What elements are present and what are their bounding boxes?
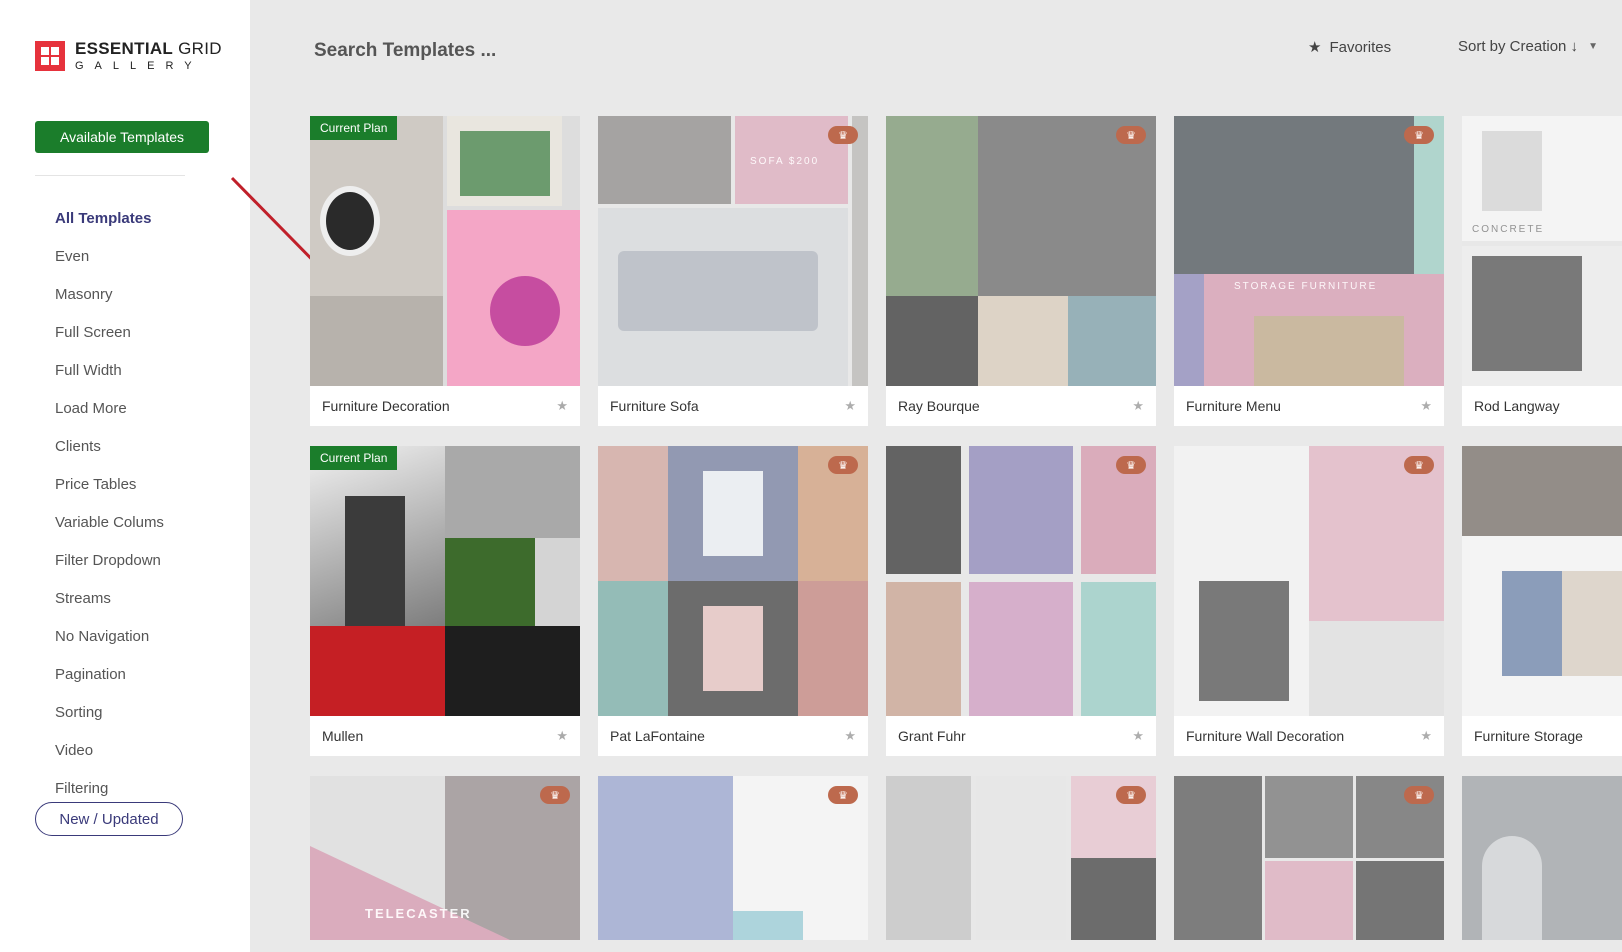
template-card-furniture-sofa[interactable]: ♛ SOFA $200 Furniture Sofa ★ [598, 116, 868, 426]
sidebar-item-pagination[interactable]: Pagination [55, 655, 164, 693]
sidebar-item-streams[interactable]: Streams [55, 579, 164, 617]
sidebar-item-load-more[interactable]: Load More [55, 389, 164, 427]
template-title: Grant Fuhr [898, 728, 966, 744]
sidebar-item-all-templates[interactable]: All Templates [55, 199, 164, 237]
template-thumbnail[interactable]: Current Plan [310, 116, 580, 386]
template-thumbnail[interactable]: ♛ TELECASTER [310, 776, 580, 940]
sidebar-item-even[interactable]: Even [55, 237, 164, 275]
sidebar-item-no-navigation[interactable]: No Navigation [55, 617, 164, 655]
crown-icon: ♛ [540, 786, 570, 804]
template-thumbnail[interactable] [1462, 776, 1622, 940]
sidebar-item-variable-colums[interactable]: Variable Colums [55, 503, 164, 541]
favorite-star-icon[interactable]: ★ [556, 398, 568, 414]
crown-icon: ♛ [1404, 456, 1434, 474]
sort-label: Sort by Creation ↓ [1458, 38, 1579, 55]
crown-icon: ♛ [828, 456, 858, 474]
favorite-star-icon[interactable]: ★ [844, 398, 856, 414]
sidebar-divider [35, 175, 185, 176]
template-thumbnail[interactable]: ♛ [886, 776, 1156, 940]
template-thumbnail[interactable]: CONCRETE [1462, 116, 1622, 386]
template-grid: Current Plan Furniture Decoration ★ ♛ SOF… [310, 116, 1622, 952]
template-card-guitar[interactable]: ♛ [598, 776, 868, 940]
crown-icon: ♛ [1404, 786, 1434, 804]
template-card-vintage[interactable]: ♛ [1174, 776, 1444, 940]
template-title: Furniture Menu [1186, 398, 1281, 414]
favorite-star-icon[interactable]: ★ [1132, 398, 1144, 414]
template-thumbnail[interactable]: ♛ [598, 446, 868, 716]
sidebar-item-sorting[interactable]: Sorting [55, 693, 164, 731]
logo-mark-icon [35, 41, 65, 71]
template-title: Furniture Sofa [610, 398, 699, 414]
template-thumbnail[interactable]: ♛ [598, 776, 868, 940]
favorite-star-icon[interactable]: ★ [1132, 728, 1144, 744]
new-updated-button[interactable]: New / Updated [35, 802, 183, 836]
sidebar-item-masonry[interactable]: Masonry [55, 275, 164, 313]
logo-brand-bold: ESSENTIAL [75, 39, 174, 58]
logo-sub: GALLERY [75, 60, 203, 72]
template-card-furniture-storage[interactable]: Furniture Storage★ [1462, 446, 1622, 756]
template-card-rod-langway[interactable]: CONCRETE Rod Langway★ [1462, 116, 1622, 426]
template-card-telecaster[interactable]: ♛ TELECASTER [310, 776, 580, 940]
caret-down-icon: ▼ [1588, 41, 1598, 52]
sidebar-item-video[interactable]: Video [55, 731, 164, 769]
template-card-pat-lafontaine[interactable]: ♛ Pat LaFontaine ★ [598, 446, 868, 756]
template-title: Furniture Storage [1474, 728, 1583, 744]
template-thumbnail[interactable]: ♛ [886, 116, 1156, 386]
sort-dropdown[interactable]: Sort by Creation ↓ ▼ [1458, 38, 1598, 55]
sidebar-item-price-tables[interactable]: Price Tables [55, 465, 164, 503]
template-card-lamp[interactable] [1462, 776, 1622, 940]
favorites-label: Favorites [1329, 38, 1392, 56]
favorite-star-icon[interactable]: ★ [1420, 398, 1432, 414]
favorite-star-icon[interactable]: ★ [1420, 728, 1432, 744]
template-card-furniture-decoration[interactable]: Current Plan Furniture Decoration ★ [310, 116, 580, 426]
favorite-star-icon[interactable]: ★ [556, 728, 568, 744]
template-title: Mullen [322, 728, 364, 744]
available-templates-button[interactable]: Available Templates [35, 121, 209, 153]
search-input[interactable] [314, 36, 814, 66]
sidebar-nav: All Templates Even Masonry Full Screen F… [55, 199, 164, 807]
template-card-mullen[interactable]: Current Plan Mullen ★ [310, 446, 580, 756]
crown-icon: ♛ [1116, 786, 1146, 804]
template-card-ray-bourque[interactable]: ♛ Ray Bourque ★ [886, 116, 1156, 426]
template-title: Rod Langway [1474, 398, 1560, 414]
current-plan-badge: Current Plan [310, 446, 398, 470]
template-title: Furniture Decoration [322, 398, 450, 414]
template-card-furniture-menu[interactable]: ♛ STORAGE FURNITURE Furniture Menu ★ [1174, 116, 1444, 426]
logo[interactable]: ESSENTIAL GRID GALLERY [35, 40, 222, 72]
current-plan-badge: Current Plan [310, 116, 398, 140]
template-title: Furniture Wall Decoration [1186, 728, 1345, 744]
sidebar-item-full-width[interactable]: Full Width [55, 351, 164, 389]
crown-icon: ♛ [828, 126, 858, 144]
crown-icon: ♛ [828, 786, 858, 804]
template-title: Pat LaFontaine [610, 728, 705, 744]
sidebar: ESSENTIAL GRID GALLERY Available Templat… [0, 0, 250, 952]
template-thumbnail[interactable]: ♛ STORAGE FURNITURE [1174, 116, 1444, 386]
sidebar-item-full-screen[interactable]: Full Screen [55, 313, 164, 351]
template-thumbnail[interactable] [1462, 446, 1622, 716]
template-card-grant-fuhr[interactable]: ♛ Grant Fuhr ★ [886, 446, 1156, 756]
crown-icon: ♛ [1116, 126, 1146, 144]
template-thumbnail[interactable]: ♛ [886, 446, 1156, 716]
logo-brand-light: GRID [178, 39, 222, 58]
template-thumbnail[interactable]: ♛ SOFA $200 [598, 116, 868, 386]
template-title: Ray Bourque [898, 398, 980, 414]
template-thumbnail[interactable]: Current Plan [310, 446, 580, 716]
star-icon: ★ [1308, 39, 1322, 56]
template-card-hexagon[interactable]: ♛ [886, 776, 1156, 940]
favorites-button[interactable]: ★ Favorites [1308, 38, 1392, 57]
sidebar-item-clients[interactable]: Clients [55, 427, 164, 465]
template-thumbnail[interactable]: ♛ [1174, 776, 1444, 940]
template-thumbnail[interactable]: ♛ [1174, 446, 1444, 716]
favorite-star-icon[interactable]: ★ [844, 728, 856, 744]
crown-icon: ♛ [1116, 456, 1146, 474]
sidebar-item-filter-dropdown[interactable]: Filter Dropdown [55, 541, 164, 579]
template-card-furniture-wall-decoration[interactable]: ♛ Furniture Wall Decoration ★ [1174, 446, 1444, 756]
crown-icon: ♛ [1404, 126, 1434, 144]
